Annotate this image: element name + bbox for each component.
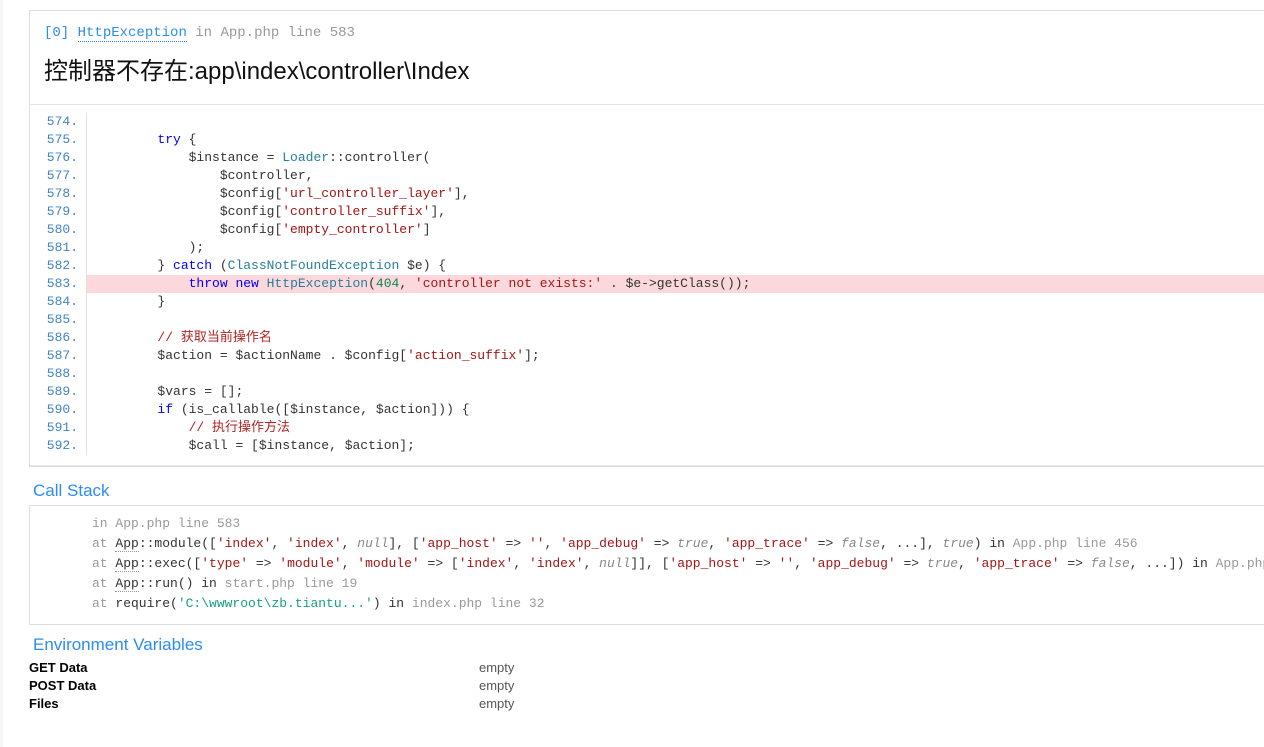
line-number: 587 xyxy=(30,347,86,365)
exception-message: 控制器不存在:app\index\controller\Index xyxy=(44,51,1250,86)
exception-line: 583 xyxy=(330,25,355,41)
source-line: 591 // 执行操作方法 xyxy=(30,419,1264,437)
source-line: 579 $config['controller_suffix'], xyxy=(30,203,1264,221)
line-number: 592 xyxy=(30,437,86,455)
source-line: 583 throw new HttpException(404, 'contro… xyxy=(30,275,1264,293)
exception-location: [0] HttpException in App.php line 583 xyxy=(44,25,1250,41)
code-text xyxy=(87,311,1264,329)
code-text: $action = $actionName . $config['action_… xyxy=(87,347,1264,365)
code-text: } xyxy=(87,293,1264,311)
code-text: $controller, xyxy=(87,167,1264,185)
source-line: 589 $vars = []; xyxy=(30,383,1264,401)
env-row: GET Dataempty xyxy=(29,659,1264,677)
code-text: // 执行操作方法 xyxy=(87,419,1264,437)
code-text: if (is_callable([$instance, $action])) { xyxy=(87,401,1264,419)
call-stack-section: Call Stack in App.php line 583at App::mo… xyxy=(29,475,1264,625)
line-number: 581 xyxy=(30,239,86,257)
exception-class[interactable]: HttpException xyxy=(78,25,187,42)
line-number: 582 xyxy=(30,257,86,275)
exception-panel: [0] HttpException in App.php line 583 控制… xyxy=(29,10,1264,467)
source-line: 592 $call = [$instance, $action]; xyxy=(30,437,1264,455)
env-row: Filesempty xyxy=(29,695,1264,713)
in-label: in xyxy=(195,25,212,41)
left-accent-strip xyxy=(0,0,3,747)
code-text xyxy=(87,113,1264,131)
code-text: $config['url_controller_layer'], xyxy=(87,185,1264,203)
line-number: 591 xyxy=(30,419,86,437)
env-val: empty xyxy=(479,677,514,695)
line-number: 577 xyxy=(30,167,86,185)
code-text: $config['empty_controller'] xyxy=(87,221,1264,239)
source-line: 590 if (is_callable([$instance, $action]… xyxy=(30,401,1264,419)
source-line: 580 $config['empty_controller'] xyxy=(30,221,1264,239)
exception-file: App.php xyxy=(220,25,279,41)
line-number: 588 xyxy=(30,365,86,383)
line-number: 586 xyxy=(30,329,86,347)
line-number: 589 xyxy=(30,383,86,401)
line-label: line xyxy=(288,25,322,41)
stack-frame: in App.php line 583 xyxy=(86,514,1264,534)
code-text: } catch (ClassNotFoundException $e) { xyxy=(87,257,1264,275)
code-text: $call = [$instance, $action]; xyxy=(87,437,1264,455)
source-line: 577 $controller, xyxy=(30,167,1264,185)
stack-frame: at App::exec(['type' => 'module', 'modul… xyxy=(86,554,1264,574)
code-text xyxy=(87,365,1264,383)
source-line: 574 xyxy=(30,113,1264,131)
exception-index: [0] xyxy=(44,25,69,41)
source-line: 581 ); xyxy=(30,239,1264,257)
source-code-panel: 574575 try {576 $instance = Loader::cont… xyxy=(30,105,1264,466)
line-number: 576 xyxy=(30,149,86,167)
call-stack-box: in App.php line 583at App::module(['inde… xyxy=(29,505,1264,625)
source-line: 578 $config['url_controller_layer'], xyxy=(30,185,1264,203)
source-line: 586 // 获取当前操作名 xyxy=(30,329,1264,347)
source-code-list: 574575 try {576 $instance = Loader::cont… xyxy=(30,113,1264,455)
line-number: 590 xyxy=(30,401,86,419)
code-text: ); xyxy=(87,239,1264,257)
source-line: 588 xyxy=(30,365,1264,383)
line-number: 583 xyxy=(30,275,86,293)
code-text: throw new HttpException(404, 'controller… xyxy=(87,275,1264,293)
env-title: Environment Variables xyxy=(29,625,1264,659)
source-line: 584 } xyxy=(30,293,1264,311)
env-table: GET DataemptyPOST DataemptyFilesempty xyxy=(29,659,1264,713)
code-text: $instance = Loader::controller( xyxy=(87,149,1264,167)
source-line: 587 $action = $actionName . $config['act… xyxy=(30,347,1264,365)
env-val: empty xyxy=(479,695,514,713)
code-text: $config['controller_suffix'], xyxy=(87,203,1264,221)
env-key: GET Data xyxy=(29,659,479,677)
stack-frame: at App::module(['index', 'index', null],… xyxy=(86,534,1264,554)
stack-frame: at require('C:\wwwroot\zb.tiantu...') in… xyxy=(86,594,1264,614)
source-line: 576 $instance = Loader::controller( xyxy=(30,149,1264,167)
env-row: POST Dataempty xyxy=(29,677,1264,695)
source-line: 585 xyxy=(30,311,1264,329)
line-number: 574 xyxy=(30,113,86,131)
env-key: POST Data xyxy=(29,677,479,695)
line-number: 579 xyxy=(30,203,86,221)
call-stack-title: Call Stack xyxy=(29,475,1264,503)
call-stack-list: in App.php line 583at App::module(['inde… xyxy=(30,514,1264,614)
env-val: empty xyxy=(479,659,514,677)
code-text: $vars = []; xyxy=(87,383,1264,401)
exception-header: [0] HttpException in App.php line 583 控制… xyxy=(30,11,1264,105)
code-text: try { xyxy=(87,131,1264,149)
env-key: Files xyxy=(29,695,479,713)
line-number: 580 xyxy=(30,221,86,239)
source-line: 575 try { xyxy=(30,131,1264,149)
line-number: 585 xyxy=(30,311,86,329)
stack-frame: at App::run() in start.php line 19 xyxy=(86,574,1264,594)
source-line: 582 } catch (ClassNotFoundException $e) … xyxy=(30,257,1264,275)
line-number: 578 xyxy=(30,185,86,203)
line-number: 575 xyxy=(30,131,86,149)
line-number: 584 xyxy=(30,293,86,311)
env-section: Environment Variables GET DataemptyPOST … xyxy=(3,625,1264,713)
code-text: // 获取当前操作名 xyxy=(87,329,1264,347)
